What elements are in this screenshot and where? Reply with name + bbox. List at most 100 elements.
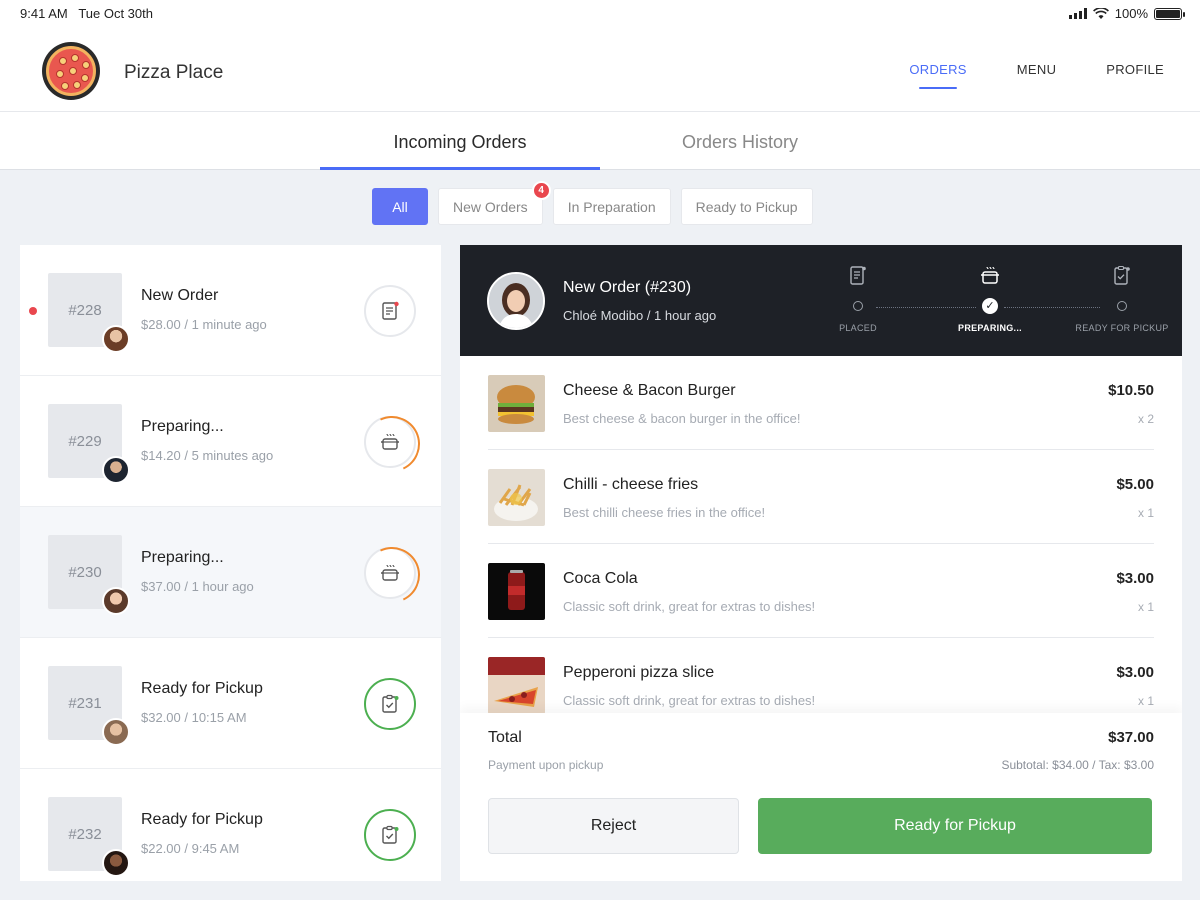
total-label: Total xyxy=(488,729,522,746)
tab-orders-history[interactable]: Orders History xyxy=(600,132,880,153)
status-time-date: 9:41 AM Tue Oct 30th xyxy=(20,6,153,21)
cooking-pot-icon xyxy=(981,266,999,284)
active-tab-indicator xyxy=(320,167,600,170)
filter-new-orders[interactable]: New Orders 4 xyxy=(438,181,551,225)
order-meta: $37.00 / 1 hour ago xyxy=(141,579,254,594)
reject-button[interactable]: Reject xyxy=(488,798,739,854)
nav-orders[interactable]: ORDERS xyxy=(909,62,966,89)
pizza-logo-icon xyxy=(42,42,100,100)
burger-image xyxy=(488,375,545,432)
step-label: READY FOR PICKUP xyxy=(1075,323,1169,333)
filter-new-orders-label: New Orders xyxy=(453,198,528,215)
clipboard-check-icon[interactable] xyxy=(364,809,416,861)
customer-avatar xyxy=(102,587,130,615)
main-nav: ORDERS MENU PROFILE xyxy=(909,62,1164,89)
filter-ready-to-pickup[interactable]: Ready to Pickup xyxy=(680,188,813,225)
cooking-pot-icon[interactable] xyxy=(364,416,416,468)
item-description: Best cheese & bacon burger in the office… xyxy=(563,411,801,426)
order-meta: $22.00 / 9:45 AM xyxy=(141,841,240,856)
order-row-232[interactable]: #232 Ready for Pickup $22.00 / 9:45 AM xyxy=(20,769,441,881)
step-label: PLACED xyxy=(839,323,877,333)
order-row-228[interactable]: #228 New Order $28.00 / 1 minute ago xyxy=(20,245,441,376)
order-item: Chilli - cheese fries Best chilli cheese… xyxy=(488,450,1154,544)
item-quantity: x 2 xyxy=(1137,412,1154,426)
item-price: $5.00 xyxy=(1116,476,1154,493)
battery-percent: 100% xyxy=(1114,6,1148,21)
order-detail-title: New Order (#230) xyxy=(563,279,692,296)
order-row-229[interactable]: #229 Preparing... $14.20 / 5 minutes ago xyxy=(20,376,441,507)
step-preparing: ✓ PREPARING... xyxy=(930,265,1050,333)
order-list: #228 New Order $28.00 / 1 minute ago #22… xyxy=(20,245,441,881)
wifi-icon xyxy=(1092,7,1109,19)
order-placed-icon[interactable] xyxy=(364,285,416,337)
customer-avatar xyxy=(102,718,130,746)
order-items-list: Cheese & Bacon Burger Best cheese & baco… xyxy=(488,356,1154,732)
order-detail-subtitle: Chloé Modibo / 1 hour ago xyxy=(563,308,717,323)
step-dot xyxy=(853,301,863,311)
customer-avatar xyxy=(102,849,130,877)
item-description: Best chilli cheese fries in the office! xyxy=(563,505,766,520)
customer-avatar xyxy=(102,325,130,353)
order-status-title: Preparing... xyxy=(141,418,224,435)
order-progress-steps: PLACED ✓ PREPARING... READY FOR PICKUP xyxy=(800,265,1182,345)
cooking-pot-icon[interactable] xyxy=(364,547,416,599)
battery-icon xyxy=(1154,7,1185,20)
clipboard-check-icon[interactable] xyxy=(364,678,416,730)
signal-icon xyxy=(1068,8,1087,19)
status-indicators: 100% xyxy=(1068,6,1185,21)
order-item: Coca Cola Classic soft drink, great for … xyxy=(488,544,1154,638)
order-row-230[interactable]: #230 Preparing... $37.00 / 1 hour ago xyxy=(20,507,441,638)
customer-avatar xyxy=(102,456,130,484)
item-name: Coca Cola xyxy=(563,570,638,587)
order-detail-header: New Order (#230) Chloé Modibo / 1 hour a… xyxy=(460,245,1182,356)
order-row-231[interactable]: #231 Ready for Pickup $32.00 / 10:15 AM xyxy=(20,638,441,769)
order-item: Cheese & Bacon Burger Best cheese & baco… xyxy=(488,356,1154,450)
unread-dot xyxy=(29,307,37,315)
step-label: PREPARING... xyxy=(958,323,1022,333)
nav-menu[interactable]: MENU xyxy=(1017,62,1056,77)
item-quantity: x 1 xyxy=(1137,506,1154,520)
cola-can-image xyxy=(488,563,545,620)
fries-image xyxy=(488,469,545,526)
step-ready-for-pickup: READY FOR PICKUP xyxy=(1062,265,1182,333)
tab-incoming-orders[interactable]: Incoming Orders xyxy=(320,132,600,153)
item-price: $3.00 xyxy=(1116,570,1154,587)
filter-all[interactable]: All xyxy=(372,188,428,225)
app-header: Pizza Place ORDERS MENU PROFILE xyxy=(0,28,1200,112)
nav-profile[interactable]: PROFILE xyxy=(1106,62,1164,77)
status-bar: 9:41 AM Tue Oct 30th 100% xyxy=(0,0,1200,28)
status-date: Tue Oct 30th xyxy=(78,6,153,21)
order-meta: $14.20 / 5 minutes ago xyxy=(141,448,274,463)
order-meta: $32.00 / 10:15 AM xyxy=(141,710,247,725)
clipboard-check-icon xyxy=(1114,265,1130,285)
filter-in-preparation[interactable]: In Preparation xyxy=(552,188,671,225)
pizza-slice-image xyxy=(488,657,545,714)
total-amount: $37.00 xyxy=(1108,729,1154,746)
status-time: 9:41 AM xyxy=(20,6,68,21)
order-totals: Total $37.00 Payment upon pickup Subtota… xyxy=(460,713,1182,881)
order-status-title: Ready for Pickup xyxy=(141,811,263,828)
order-status-title: New Order xyxy=(141,287,219,304)
customer-avatar-large xyxy=(487,272,545,330)
item-name: Chilli - cheese fries xyxy=(563,476,699,493)
item-quantity: x 1 xyxy=(1137,600,1154,614)
order-detail-panel: New Order (#230) Chloé Modibo / 1 hour a… xyxy=(460,245,1182,881)
ready-for-pickup-button[interactable]: Ready for Pickup xyxy=(758,798,1152,854)
item-name: Pepperoni pizza slice xyxy=(563,664,715,681)
order-status-title: Preparing... xyxy=(141,549,224,566)
step-dot xyxy=(1117,301,1127,311)
item-name: Cheese & Bacon Burger xyxy=(563,382,736,399)
item-description: Classic soft drink, great for extras to … xyxy=(563,693,816,708)
item-quantity: x 1 xyxy=(1137,694,1154,708)
new-orders-count-badge: 4 xyxy=(531,181,551,200)
subtotal-tax: Subtotal: $34.00 / Tax: $3.00 xyxy=(1001,758,1154,772)
order-tabs: Incoming Orders Orders History xyxy=(0,112,1200,170)
receipt-icon xyxy=(850,266,866,285)
order-meta: $28.00 / 1 minute ago xyxy=(141,317,267,332)
step-placed: PLACED xyxy=(798,265,918,333)
order-status-title: Ready for Pickup xyxy=(141,680,263,697)
item-description: Classic soft drink, great for extras to … xyxy=(563,599,816,614)
checkmark-icon: ✓ xyxy=(982,298,998,314)
item-price: $3.00 xyxy=(1116,664,1154,681)
payment-method: Payment upon pickup xyxy=(488,758,604,772)
